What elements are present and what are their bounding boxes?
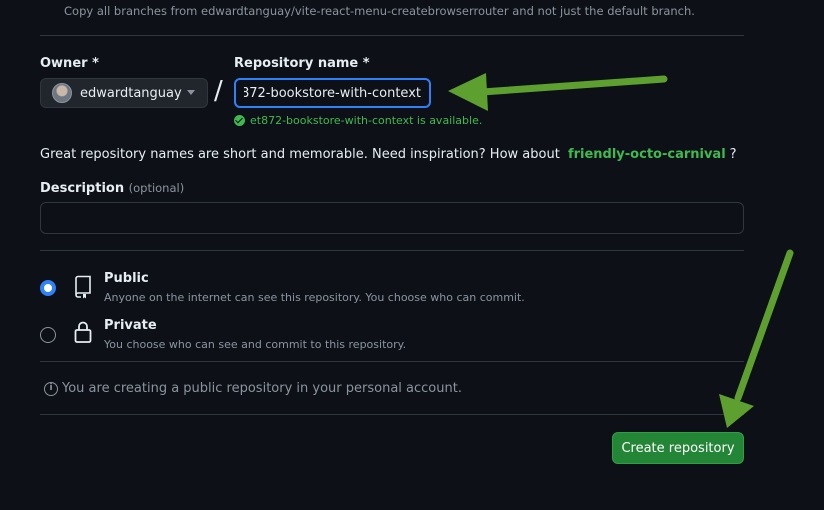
suggested-name-link[interactable]: friendly-octo-carnival — [568, 147, 726, 162]
visibility-public-radio[interactable] — [40, 280, 56, 296]
caret-down-icon — [187, 90, 195, 95]
private-description: You choose who can see and commit to thi… — [104, 338, 407, 351]
description-input[interactable] — [40, 202, 744, 234]
repository-name-label: Repository name * — [234, 56, 370, 71]
public-title: Public — [104, 271, 149, 286]
divider — [40, 250, 744, 251]
divider — [40, 414, 744, 415]
divider — [40, 361, 744, 362]
availability-message: et872-bookstore-with-context is availabl… — [234, 114, 482, 127]
create-repository-button[interactable]: Create repository — [612, 432, 744, 464]
info-message: i You are creating a public repository i… — [44, 381, 462, 396]
private-title: Private — [104, 318, 157, 333]
optional-hint: (optional) — [128, 181, 185, 195]
repo-icon — [75, 275, 91, 299]
info-icon: i — [44, 381, 58, 396]
arrow-annotation-icon — [448, 73, 668, 111]
name-inspiration: Great repository names are short and mem… — [40, 147, 737, 162]
description-label-text: Description — [40, 181, 125, 196]
avatar — [52, 83, 72, 103]
copy-branches-note: Copy all branches from edwardtanguay/vit… — [64, 4, 695, 18]
owner-name: edwardtanguay — [80, 85, 182, 101]
visibility-private-radio[interactable] — [40, 327, 56, 343]
owner-select[interactable]: edwardtanguay — [40, 78, 208, 108]
description-label: Description (optional) — [40, 181, 184, 196]
lock-icon — [74, 321, 92, 343]
arrow-annotation-icon — [719, 249, 794, 428]
inspiration-text: Great repository names are short and mem… — [40, 147, 560, 162]
inspiration-suffix: ? — [729, 147, 737, 162]
info-text: You are creating a public repository in … — [62, 381, 462, 396]
owner-label: Owner * — [40, 56, 99, 71]
public-description: Anyone on the internet can see this repo… — [104, 291, 525, 304]
availability-text: et872-bookstore-with-context is availabl… — [250, 114, 483, 127]
repository-name-input[interactable] — [234, 78, 431, 108]
check-circle-icon — [234, 115, 245, 126]
owner-repo-separator: / — [214, 76, 223, 106]
divider — [40, 35, 744, 36]
